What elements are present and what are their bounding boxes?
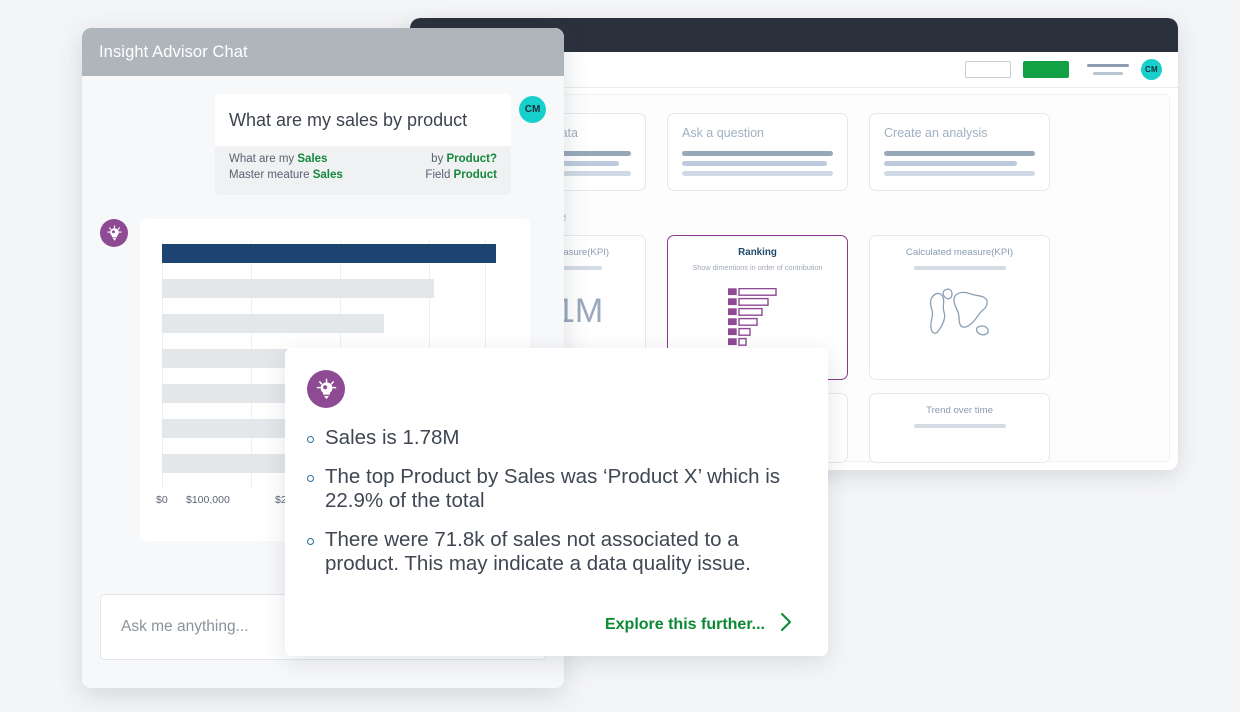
chat-header: Insight Advisor Chat <box>82 28 564 76</box>
primary-button[interactable] <box>1023 61 1069 78</box>
pick-analysis-type-label: Pick analysis type <box>467 210 1151 224</box>
skeleton-line <box>884 151 1035 156</box>
map-outline-icon <box>921 286 999 353</box>
explore-further-link[interactable]: Explore this further... <box>605 616 765 634</box>
interpretation-right: Field Product <box>425 169 497 181</box>
insight-bullet: There were 71.8k of sales not associated… <box>307 528 800 577</box>
skeleton-bar <box>914 424 1006 428</box>
interpretation-right: by Product? <box>431 153 497 165</box>
bar[interactable] <box>162 314 384 333</box>
insight-bullet-list: Sales is 1.78M The top Product by Sales … <box>307 426 800 591</box>
skeleton-line <box>884 171 1035 176</box>
user-message-row: What are my sales by product What are my… <box>100 94 546 195</box>
card-title: Ask a question <box>682 126 833 140</box>
analysis-card-calculated-measure-kpi-2[interactable]: Calculated measure(KPI) <box>869 235 1050 380</box>
card-ask-a-question[interactable]: Ask a question <box>667 113 848 191</box>
analysis-card-title: Trend over time <box>926 405 993 416</box>
user-message-text: What are my sales by product <box>215 94 511 146</box>
insight-bullet: Sales is 1.78M <box>307 426 800 451</box>
bar[interactable] <box>162 279 434 298</box>
chevron-right-icon[interactable] <box>779 611 794 638</box>
avatar[interactable]: CM <box>519 96 546 123</box>
user-message-interpretation: What are my Sales by Product? Master mea… <box>215 146 511 195</box>
analysis-card-title: Ranking <box>738 247 777 258</box>
skeleton-line <box>682 171 833 176</box>
quick-action-cards: Explore your data Ask a question Create … <box>465 113 1151 191</box>
skeleton-bar <box>914 266 1006 270</box>
menu-lines-icon <box>1087 64 1129 75</box>
secondary-button[interactable] <box>965 61 1011 78</box>
chat-title: Insight Advisor Chat <box>99 43 248 62</box>
user-message-bubble: What are my sales by product What are my… <box>215 94 511 195</box>
analysis-card-subtitle: Show dimentions in order of contribution <box>692 263 822 272</box>
screenshot-stage: CM Explore your data Ask a questio <box>0 0 1240 712</box>
insight-summary-card: Sales is 1.78M The top Product by Sales … <box>285 348 828 656</box>
skeleton-line <box>682 161 827 166</box>
menu-line-top <box>1087 64 1129 67</box>
bullet-marker-icon <box>307 436 314 443</box>
x-tick: $0 <box>156 494 186 506</box>
insight-bullet: The top Product by Sales was ‘Product X’… <box>307 465 800 514</box>
interpretation-row: What are my Sales by Product? <box>229 153 497 165</box>
bar[interactable] <box>162 244 496 263</box>
ranking-bars-icon <box>728 288 788 355</box>
interpretation-left: What are my Sales <box>229 153 327 165</box>
interpretation-row: Master meature Sales Field Product <box>229 169 497 181</box>
avatar[interactable]: CM <box>1141 59 1162 80</box>
interpretation-left: Master meature Sales <box>229 169 343 181</box>
analysis-card-title: Calculated measure(KPI) <box>906 247 1013 258</box>
insight-bullet-text: Sales is 1.78M <box>325 426 459 451</box>
menu-line-bottom <box>1093 72 1123 75</box>
insight-bullet-text: There were 71.8k of sales not associated… <box>325 528 800 577</box>
skeleton-line <box>884 161 1017 166</box>
analysis-card-trend-over-time[interactable]: Trend over time <box>869 393 1050 463</box>
x-tick: $100,000 <box>186 494 275 506</box>
insight-bullet-text: The top Product by Sales was ‘Product X’… <box>325 465 800 514</box>
bar[interactable] <box>162 454 305 473</box>
card-title: Create an analysis <box>884 126 1035 140</box>
card-create-an-analysis[interactable]: Create an analysis <box>869 113 1050 191</box>
skeleton-line <box>682 151 833 156</box>
bullet-marker-icon <box>307 475 314 482</box>
insight-bulb-icon <box>307 370 345 408</box>
insight-bulb-icon <box>100 219 128 247</box>
bullet-marker-icon <box>307 538 314 545</box>
insight-card-footer: Explore this further... <box>307 611 800 638</box>
